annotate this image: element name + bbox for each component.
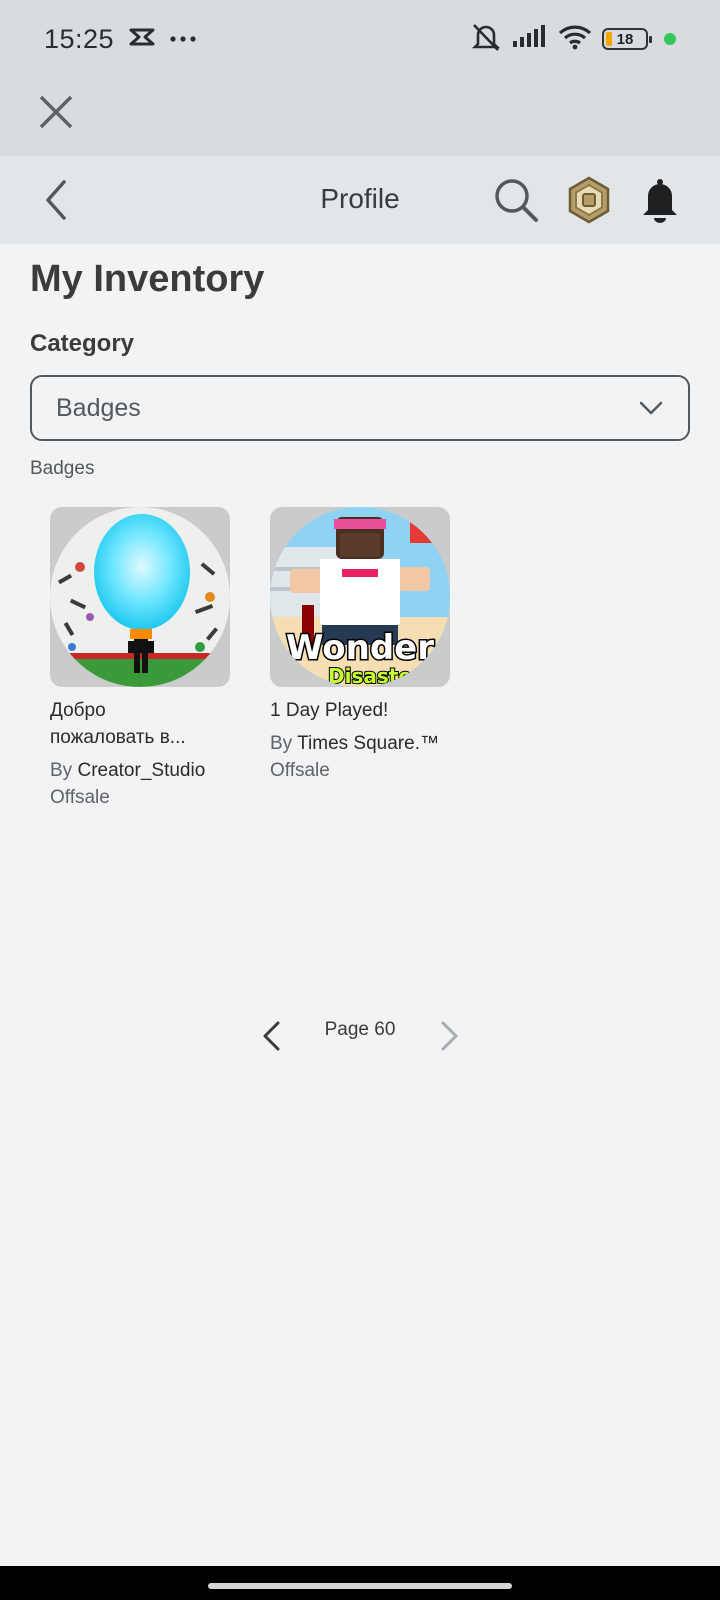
mute-bell-icon <box>470 22 502 57</box>
badge-image-welcome <box>50 507 230 687</box>
robux-button[interactable] <box>565 176 613 224</box>
capcut-icon <box>128 26 156 53</box>
svg-text:Disaste: Disaste <box>328 664 412 687</box>
by-label: By <box>270 733 293 754</box>
badge-image-wonder-disasters: Wonder Disaste <box>270 507 450 687</box>
webview-close-bar <box>0 78 720 156</box>
status-bar: 15:25 18 <box>0 0 720 78</box>
badge-thumbnail[interactable] <box>50 507 230 687</box>
chevron-down-icon <box>639 401 663 415</box>
page-indicator: Page 60 <box>324 1019 396 1040</box>
badge-name[interactable]: 1 Day Played! <box>270 697 450 724</box>
previous-page-button[interactable] <box>260 1020 284 1052</box>
app-header: Profile <box>0 156 720 244</box>
next-page-button[interactable] <box>437 1020 461 1052</box>
svg-text:Wonder: Wonder <box>286 628 434 668</box>
status-right: 18 <box>470 22 676 57</box>
robux-icon <box>568 176 610 224</box>
badge-creator: By Creator_Studio <box>50 757 230 784</box>
battery-level: 18 <box>616 30 634 48</box>
search-icon <box>495 179 538 222</box>
wifi-icon <box>558 24 592 55</box>
category-dropdown[interactable]: Badges <box>30 375 690 441</box>
search-button[interactable] <box>492 176 540 224</box>
inventory-heading: My Inventory <box>30 258 265 300</box>
status-time: 15:25 <box>44 23 115 54</box>
notifications-button[interactable] <box>640 176 682 224</box>
section-label: Badges <box>30 458 95 479</box>
badge-card[interactable]: Добро пожаловать в... By Creator_Studio … <box>50 507 230 811</box>
chevron-left-icon <box>263 1021 280 1051</box>
battery-icon: 18 <box>602 28 652 50</box>
badge-price: Offsale <box>270 760 330 781</box>
category-label: Category <box>30 330 135 357</box>
badge-card[interactable]: Wonder Disaste 1 Day Played! By Times Sq… <box>270 507 450 784</box>
creator-link[interactable]: Creator_Studio <box>77 760 205 781</box>
bell-icon <box>643 179 677 223</box>
badge-creator: By Times Square.™ <box>270 730 450 757</box>
badge-thumbnail[interactable]: Wonder Disaste <box>270 507 450 687</box>
category-selected-value: Badges <box>56 393 141 422</box>
status-left: 15:25 <box>44 24 196 55</box>
by-label: By <box>50 760 73 781</box>
creator-link[interactable]: Times Square.™ <box>297 733 439 754</box>
signal-icon <box>512 24 548 54</box>
privacy-dot-icon <box>664 33 676 45</box>
home-indicator[interactable] <box>208 1583 512 1589</box>
chevron-right-icon <box>441 1021 458 1051</box>
badge-price: Offsale <box>50 787 110 808</box>
more-dots-icon <box>170 30 196 48</box>
badge-name[interactable]: Добро пожаловать в... <box>50 697 230 751</box>
close-icon <box>39 95 73 129</box>
close-button[interactable] <box>36 92 76 132</box>
